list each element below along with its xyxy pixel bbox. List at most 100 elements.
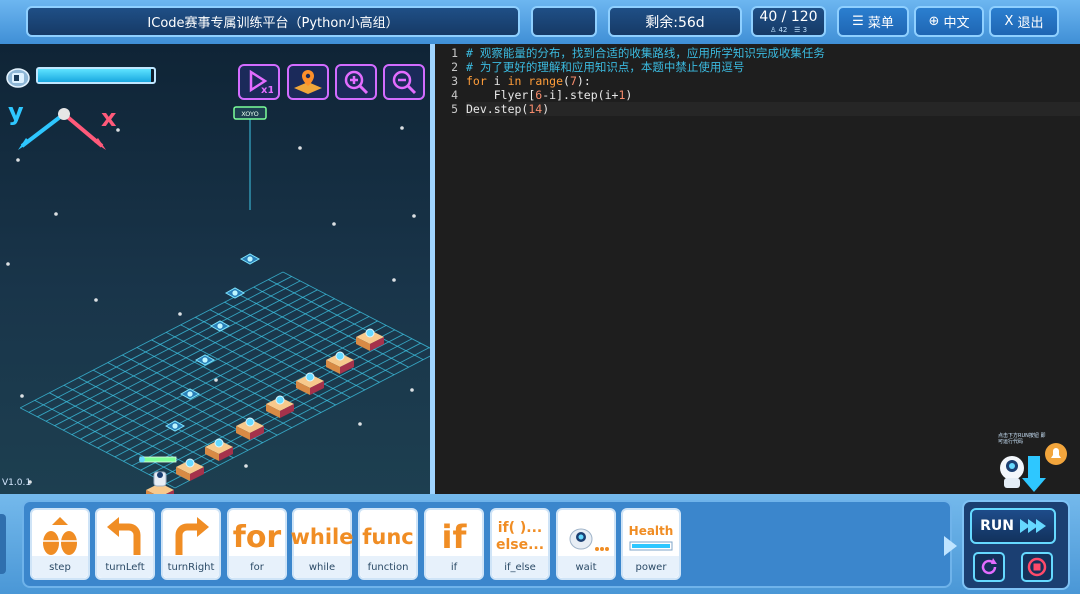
block-label: if — [426, 556, 482, 578]
menu-label: 菜单 — [867, 16, 894, 31]
func-glyph: func — [362, 525, 414, 549]
if-else-glyph-top: if( )... — [497, 519, 543, 536]
star — [298, 146, 302, 150]
if-else-glyph: if( )... else... — [492, 514, 548, 560]
health-glyph: Health — [628, 523, 674, 538]
language-button[interactable]: ⊕ 中文 — [914, 6, 984, 37]
menu-button[interactable]: ☰ 菜单 — [837, 6, 909, 37]
energy-orb — [185, 458, 195, 468]
block-label: wait — [558, 556, 614, 578]
speed-toggle-button[interactable]: x1 — [238, 64, 280, 100]
line-number: 3 — [451, 74, 458, 88]
power-block[interactable]: Health power — [621, 508, 681, 580]
block-label: while — [294, 556, 350, 578]
turn-right-icon — [163, 514, 219, 560]
run-button[interactable]: RUN — [970, 508, 1056, 544]
page-title: ICode赛事专属训练平台（Python小高组） — [26, 6, 520, 37]
energy-orb — [305, 372, 315, 382]
globe-icon: ⊕ — [928, 14, 940, 29]
zoom-out-button[interactable] — [383, 64, 425, 100]
dev-robot-eye — [157, 472, 163, 478]
star — [244, 464, 248, 468]
exit-button[interactable]: X 退出 — [989, 6, 1059, 37]
progress-indicator: 40 / 120 ♙ 42 ☰ 3 — [751, 6, 826, 37]
block-label: power — [623, 556, 679, 578]
zoom-in-button[interactable] — [335, 64, 377, 100]
while-block[interactable]: while while — [290, 508, 354, 580]
turn-right-block[interactable]: turnRight — [161, 508, 221, 580]
code-line[interactable]: Flyer[6-i].step(i+1) — [466, 88, 1080, 102]
code-editor[interactable]: 1 2 3 4 5 # 观察能量的分布，找到合适的收集路线，应用所学知识完成收集… — [435, 44, 1080, 494]
progress-sub-right: 3 — [802, 25, 808, 34]
if-else-glyph-bottom: else... — [495, 537, 545, 553]
if-glyph: if — [441, 518, 467, 556]
energy-orb — [365, 328, 375, 338]
remaining-days: 剩余:56d — [608, 6, 742, 37]
star — [332, 222, 336, 226]
function-block[interactable]: func function — [358, 508, 418, 580]
star — [6, 262, 10, 266]
energy-orb — [214, 438, 224, 448]
progress-sub-left: 42 — [778, 25, 788, 34]
code-line[interactable]: # 观察能量的分布，找到合适的收集路线，应用所学知识完成收集任务 — [466, 46, 1080, 60]
wait-block[interactable]: wait — [556, 508, 616, 580]
fast-forward-icon — [1019, 519, 1046, 533]
close-icon: X — [1004, 14, 1014, 29]
energy-orb — [275, 395, 285, 405]
list-icon: ☰ — [794, 25, 801, 34]
blank-status-pill — [531, 6, 597, 37]
xoyo-tag-label: XOYO — [241, 110, 259, 118]
zoom-out-icon — [392, 70, 417, 95]
block-label: turnRight — [163, 556, 219, 578]
star — [358, 422, 362, 426]
dev-health-icon — [139, 456, 145, 463]
line-gutter: 1 2 3 4 5 — [435, 44, 463, 494]
star — [412, 214, 416, 218]
star — [94, 298, 98, 302]
stop-button[interactable] — [1021, 552, 1053, 582]
map-pin-icon — [294, 70, 322, 94]
svg-text:x1: x1 — [261, 85, 273, 95]
line-number: 5 — [451, 102, 458, 116]
energy-orb — [172, 423, 178, 429]
block-label: turnLeft — [97, 556, 153, 578]
wait-icon — [558, 514, 614, 560]
code-lines[interactable]: # 观察能量的分布，找到合适的收集路线，应用所学知识完成收集任务 # 为了更好的… — [466, 46, 1080, 116]
block-label: if_else — [492, 556, 548, 578]
menu-icon: ☰ — [852, 14, 864, 29]
energy-orb — [245, 417, 255, 427]
left-edge-tab[interactable] — [0, 514, 6, 574]
version-label: V1.0.1 — [2, 478, 32, 488]
star — [54, 212, 58, 216]
code-line[interactable]: # 为了更好的理解和应用知识点，本题中禁止使用逗号 — [466, 60, 1080, 74]
star — [16, 158, 20, 162]
energy-orb — [187, 391, 193, 397]
block-label: step — [32, 556, 88, 578]
energy-orb — [335, 351, 345, 361]
code-line[interactable]: Dev.step(14) — [466, 102, 1080, 116]
trophy-icon: ♙ — [769, 25, 777, 34]
code-line[interactable]: for i in range(7): — [466, 74, 1080, 88]
star — [400, 126, 404, 130]
step-block[interactable]: step — [30, 508, 90, 580]
health-bar-icon — [629, 541, 673, 550]
while-glyph: while — [290, 525, 354, 549]
palette-next-arrow[interactable] — [944, 536, 957, 556]
refresh-icon — [981, 558, 997, 575]
run-label: RUN — [980, 518, 1014, 534]
if-block[interactable]: if if — [424, 508, 484, 580]
line-number: 4 — [451, 88, 458, 102]
turn-left-icon — [97, 514, 153, 560]
reset-button[interactable] — [973, 552, 1005, 582]
map-view-button[interactable] — [287, 64, 329, 100]
for-glyph: for — [232, 519, 282, 555]
if-else-block[interactable]: if( )... else... if_else — [490, 508, 550, 580]
power-icon: Health — [623, 514, 679, 560]
for-block[interactable]: for for — [227, 508, 287, 580]
energy-orb — [202, 357, 208, 363]
turn-left-block[interactable]: turnLeft — [95, 508, 155, 580]
language-label: 中文 — [943, 16, 970, 31]
game-canvas[interactable]: y x x1 XOYO V1.0.1 — [0, 44, 430, 494]
run-hint: 点击下方RUN按钮 即可运行代码 — [998, 433, 1046, 445]
progress-sub: ♙ 42 ☰ 3 — [769, 25, 808, 34]
